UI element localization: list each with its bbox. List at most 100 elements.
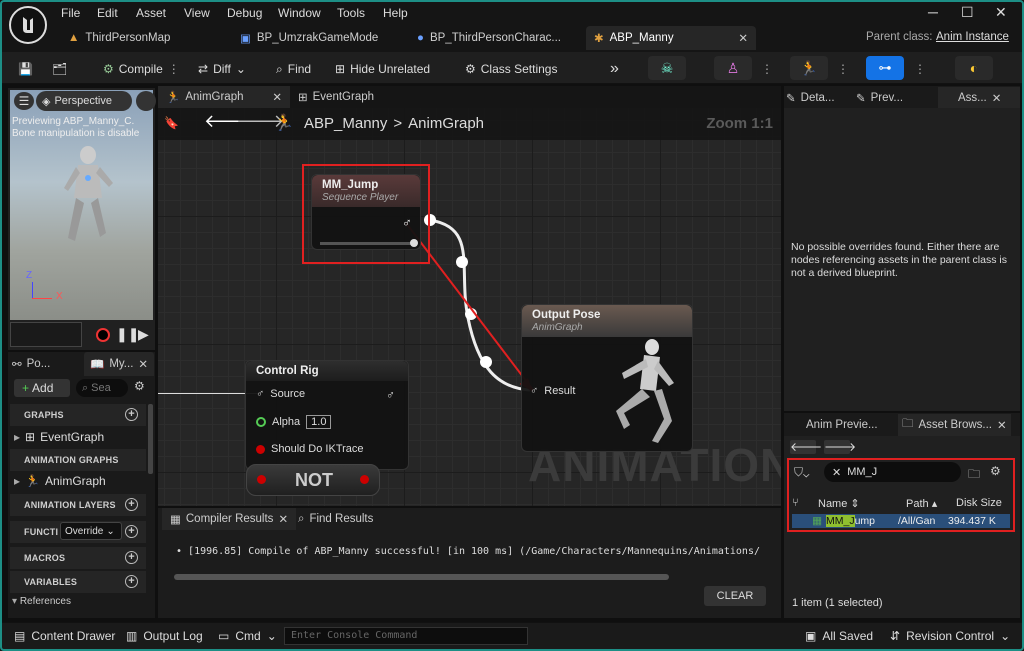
- add-button[interactable]: + Add: [14, 379, 70, 397]
- menu-file[interactable]: File: [61, 6, 80, 20]
- play-icon[interactable]: ▶: [138, 326, 149, 343]
- class-settings-button[interactable]: ⚙ Class Settings: [465, 58, 557, 80]
- tab-asset-browser[interactable]: 🗀 Asset Brows... ✕: [898, 414, 1011, 436]
- close-tab-icon[interactable]: ✕: [738, 31, 748, 45]
- add-variable-icon[interactable]: +: [125, 575, 138, 588]
- tab-find-results[interactable]: ⌕ Find Results: [298, 508, 373, 530]
- compile-button[interactable]: ⚙ Compile ⋮: [103, 58, 180, 80]
- maximize-icon[interactable]: ☐: [961, 4, 974, 21]
- timeline-scrubber[interactable]: [10, 322, 82, 347]
- bool-pin-icon[interactable]: [257, 475, 266, 484]
- tab-components[interactable]: ⚯ Po...: [12, 352, 50, 376]
- section-animation-graphs[interactable]: ANIMATION GRAPHS: [10, 449, 146, 471]
- output-log-button[interactable]: ▥ Output Log: [126, 629, 203, 643]
- section-graphs[interactable]: GRAPHS +: [10, 404, 146, 426]
- output-pose-pin-icon[interactable]: ♂: [386, 388, 395, 402]
- more-options-icon[interactable]: ⋮: [761, 58, 773, 80]
- tab-details[interactable]: ✎ Deta...: [786, 87, 835, 109]
- result-pin[interactable]: ♂ Result: [530, 385, 575, 397]
- lighting-icon[interactable]: [136, 91, 156, 111]
- tree-item-eventgraph[interactable]: ▸ ⊞ EventGraph: [14, 430, 104, 444]
- minimize-icon[interactable]: ─: [928, 4, 938, 20]
- preview-viewport[interactable]: ☰ ◈ Perspective Previewing ABP_Manny_C. B…: [8, 88, 156, 350]
- forward-arrow-icon[interactable]: 🡒: [824, 440, 856, 454]
- browse-icon[interactable]: 🗂: [52, 58, 67, 80]
- tree-item-animgraph[interactable]: ▸ 🏃 AnimGraph: [14, 474, 106, 488]
- parent-class-link[interactable]: Anim Instance: [936, 31, 1009, 43]
- more-options-icon[interactable]: ⋮: [914, 58, 926, 80]
- add-layer-icon[interactable]: +: [125, 498, 138, 511]
- menu-tools[interactable]: Tools: [337, 6, 365, 20]
- close-window-icon[interactable]: ✕: [995, 4, 1007, 21]
- pause-icon[interactable]: ❚❚: [116, 326, 139, 343]
- physics-mode-icon[interactable]: ◐: [955, 56, 993, 80]
- tab-preview[interactable]: ✎ Prev...: [856, 87, 903, 109]
- section-macros[interactable]: MACROS +: [10, 547, 146, 569]
- bool-pin-icon[interactable]: [360, 475, 369, 484]
- chevron-down-icon: ⌄: [106, 525, 115, 537]
- alpha-value-input[interactable]: 1.0: [306, 415, 332, 429]
- section-variables[interactable]: VARIABLES +: [10, 571, 146, 593]
- more-options-icon[interactable]: ⋮: [837, 58, 849, 80]
- clear-button[interactable]: CLEAR: [704, 586, 766, 606]
- alpha-pin[interactable]: Alpha 1.0: [256, 415, 332, 429]
- close-tab-icon[interactable]: ✕: [272, 90, 282, 104]
- blueprint-mode-icon[interactable]: ⊶: [866, 56, 904, 80]
- add-function-icon[interactable]: +: [125, 525, 138, 538]
- tab-eventgraph[interactable]: ⊞ EventGraph: [298, 86, 374, 108]
- cmd-dropdown[interactable]: ▭ Cmd ⌄: [218, 629, 277, 643]
- close-tab-icon[interactable]: ✕: [278, 512, 288, 526]
- menu-debug[interactable]: Debug: [227, 6, 262, 20]
- horizontal-scrollbar[interactable]: [174, 574, 669, 580]
- all-saved-button[interactable]: ▣ All Saved: [805, 629, 873, 643]
- section-animation-layers[interactable]: ANIMATION LAYERS +: [10, 494, 146, 516]
- viewport-menu-icon[interactable]: ☰: [14, 92, 34, 110]
- menu-asset[interactable]: Asset: [136, 6, 166, 20]
- menu-help[interactable]: Help: [383, 6, 408, 20]
- tab-thirdpersonmap[interactable]: ▲ ThirdPersonMap: [60, 26, 230, 50]
- tab-anim-preview[interactable]: Anim Previe...: [806, 414, 878, 436]
- hide-unrelated-button[interactable]: ⊞ Hide Unrelated: [335, 58, 430, 80]
- skeleton-mode-icon[interactable]: ☠: [648, 56, 686, 80]
- record-icon[interactable]: [96, 328, 110, 342]
- tab-animgraph[interactable]: 🏃 AnimGraph ✕: [158, 86, 290, 108]
- override-dropdown[interactable]: Override ⌄: [60, 522, 122, 540]
- tab-my-blueprint[interactable]: 📖 My... ✕: [84, 352, 155, 376]
- close-tab-icon[interactable]: ✕: [992, 91, 1002, 105]
- content-drawer-button[interactable]: ▤ Content Drawer: [14, 629, 115, 643]
- back-arrow-icon[interactable]: 🡐: [790, 440, 822, 454]
- console-icon: ▭: [218, 629, 230, 643]
- scrollbar[interactable]: [148, 404, 153, 474]
- node-output-pose[interactable]: Output Pose AnimGraph ♂ Result: [521, 304, 693, 452]
- add-macro-icon[interactable]: +: [125, 551, 138, 564]
- add-graph-icon[interactable]: +: [125, 408, 138, 421]
- close-tab-icon[interactable]: ✕: [138, 357, 148, 371]
- menu-edit[interactable]: Edit: [97, 6, 118, 20]
- menu-view[interactable]: View: [184, 6, 210, 20]
- perspective-button[interactable]: ◈ Perspective: [36, 91, 132, 111]
- references-header[interactable]: ▾ References: [12, 596, 71, 607]
- save-icon[interactable]: 💾: [18, 58, 33, 80]
- source-pin[interactable]: ♂ Source: [256, 388, 305, 400]
- revision-control-button[interactable]: ⇵ Revision Control ⌄: [890, 629, 1010, 643]
- unreal-logo-icon[interactable]: [9, 6, 47, 44]
- expand-toolbar-icon[interactable]: »: [610, 58, 619, 80]
- ik-trace-pin[interactable]: Should Do IKTrace: [256, 443, 364, 455]
- tab-compiler-results[interactable]: ▦ Compiler Results ✕: [162, 508, 297, 530]
- tab-bp-thirdperson-character[interactable]: ● BP_ThirdPersonCharac...: [409, 26, 584, 50]
- tab-bp-umzrak-gamemode[interactable]: ▣ BP_UmzrakGameMode: [232, 26, 407, 50]
- mesh-mode-icon[interactable]: ♙: [714, 56, 752, 80]
- node-control-rig[interactable]: Control Rig ♂ Source ♂ Alpha 1.0 Should D…: [245, 360, 409, 470]
- gear-icon[interactable]: ⚙: [134, 379, 145, 393]
- find-button[interactable]: ⌕ Find: [276, 58, 311, 80]
- search-input[interactable]: ⌕ Sea: [76, 379, 128, 397]
- console-input[interactable]: Enter Console Command: [284, 627, 528, 645]
- tab-asset-override[interactable]: Ass... ✕: [938, 87, 1020, 109]
- diff-button[interactable]: ⇄ Diff ⌄: [198, 58, 246, 80]
- close-tab-icon[interactable]: ✕: [997, 418, 1007, 432]
- tab-abp-manny[interactable]: ✱ ABP_Manny ✕: [586, 26, 756, 50]
- menu-window[interactable]: Window: [278, 6, 321, 20]
- node-not[interactable]: NOT: [246, 464, 380, 496]
- graph-canvas[interactable]: 🔖 🡐 🡒 🏃 ABP_Manny > AnimGraph Zoom 1:1 A…: [158, 108, 781, 506]
- animation-mode-icon[interactable]: 🏃: [790, 56, 828, 80]
